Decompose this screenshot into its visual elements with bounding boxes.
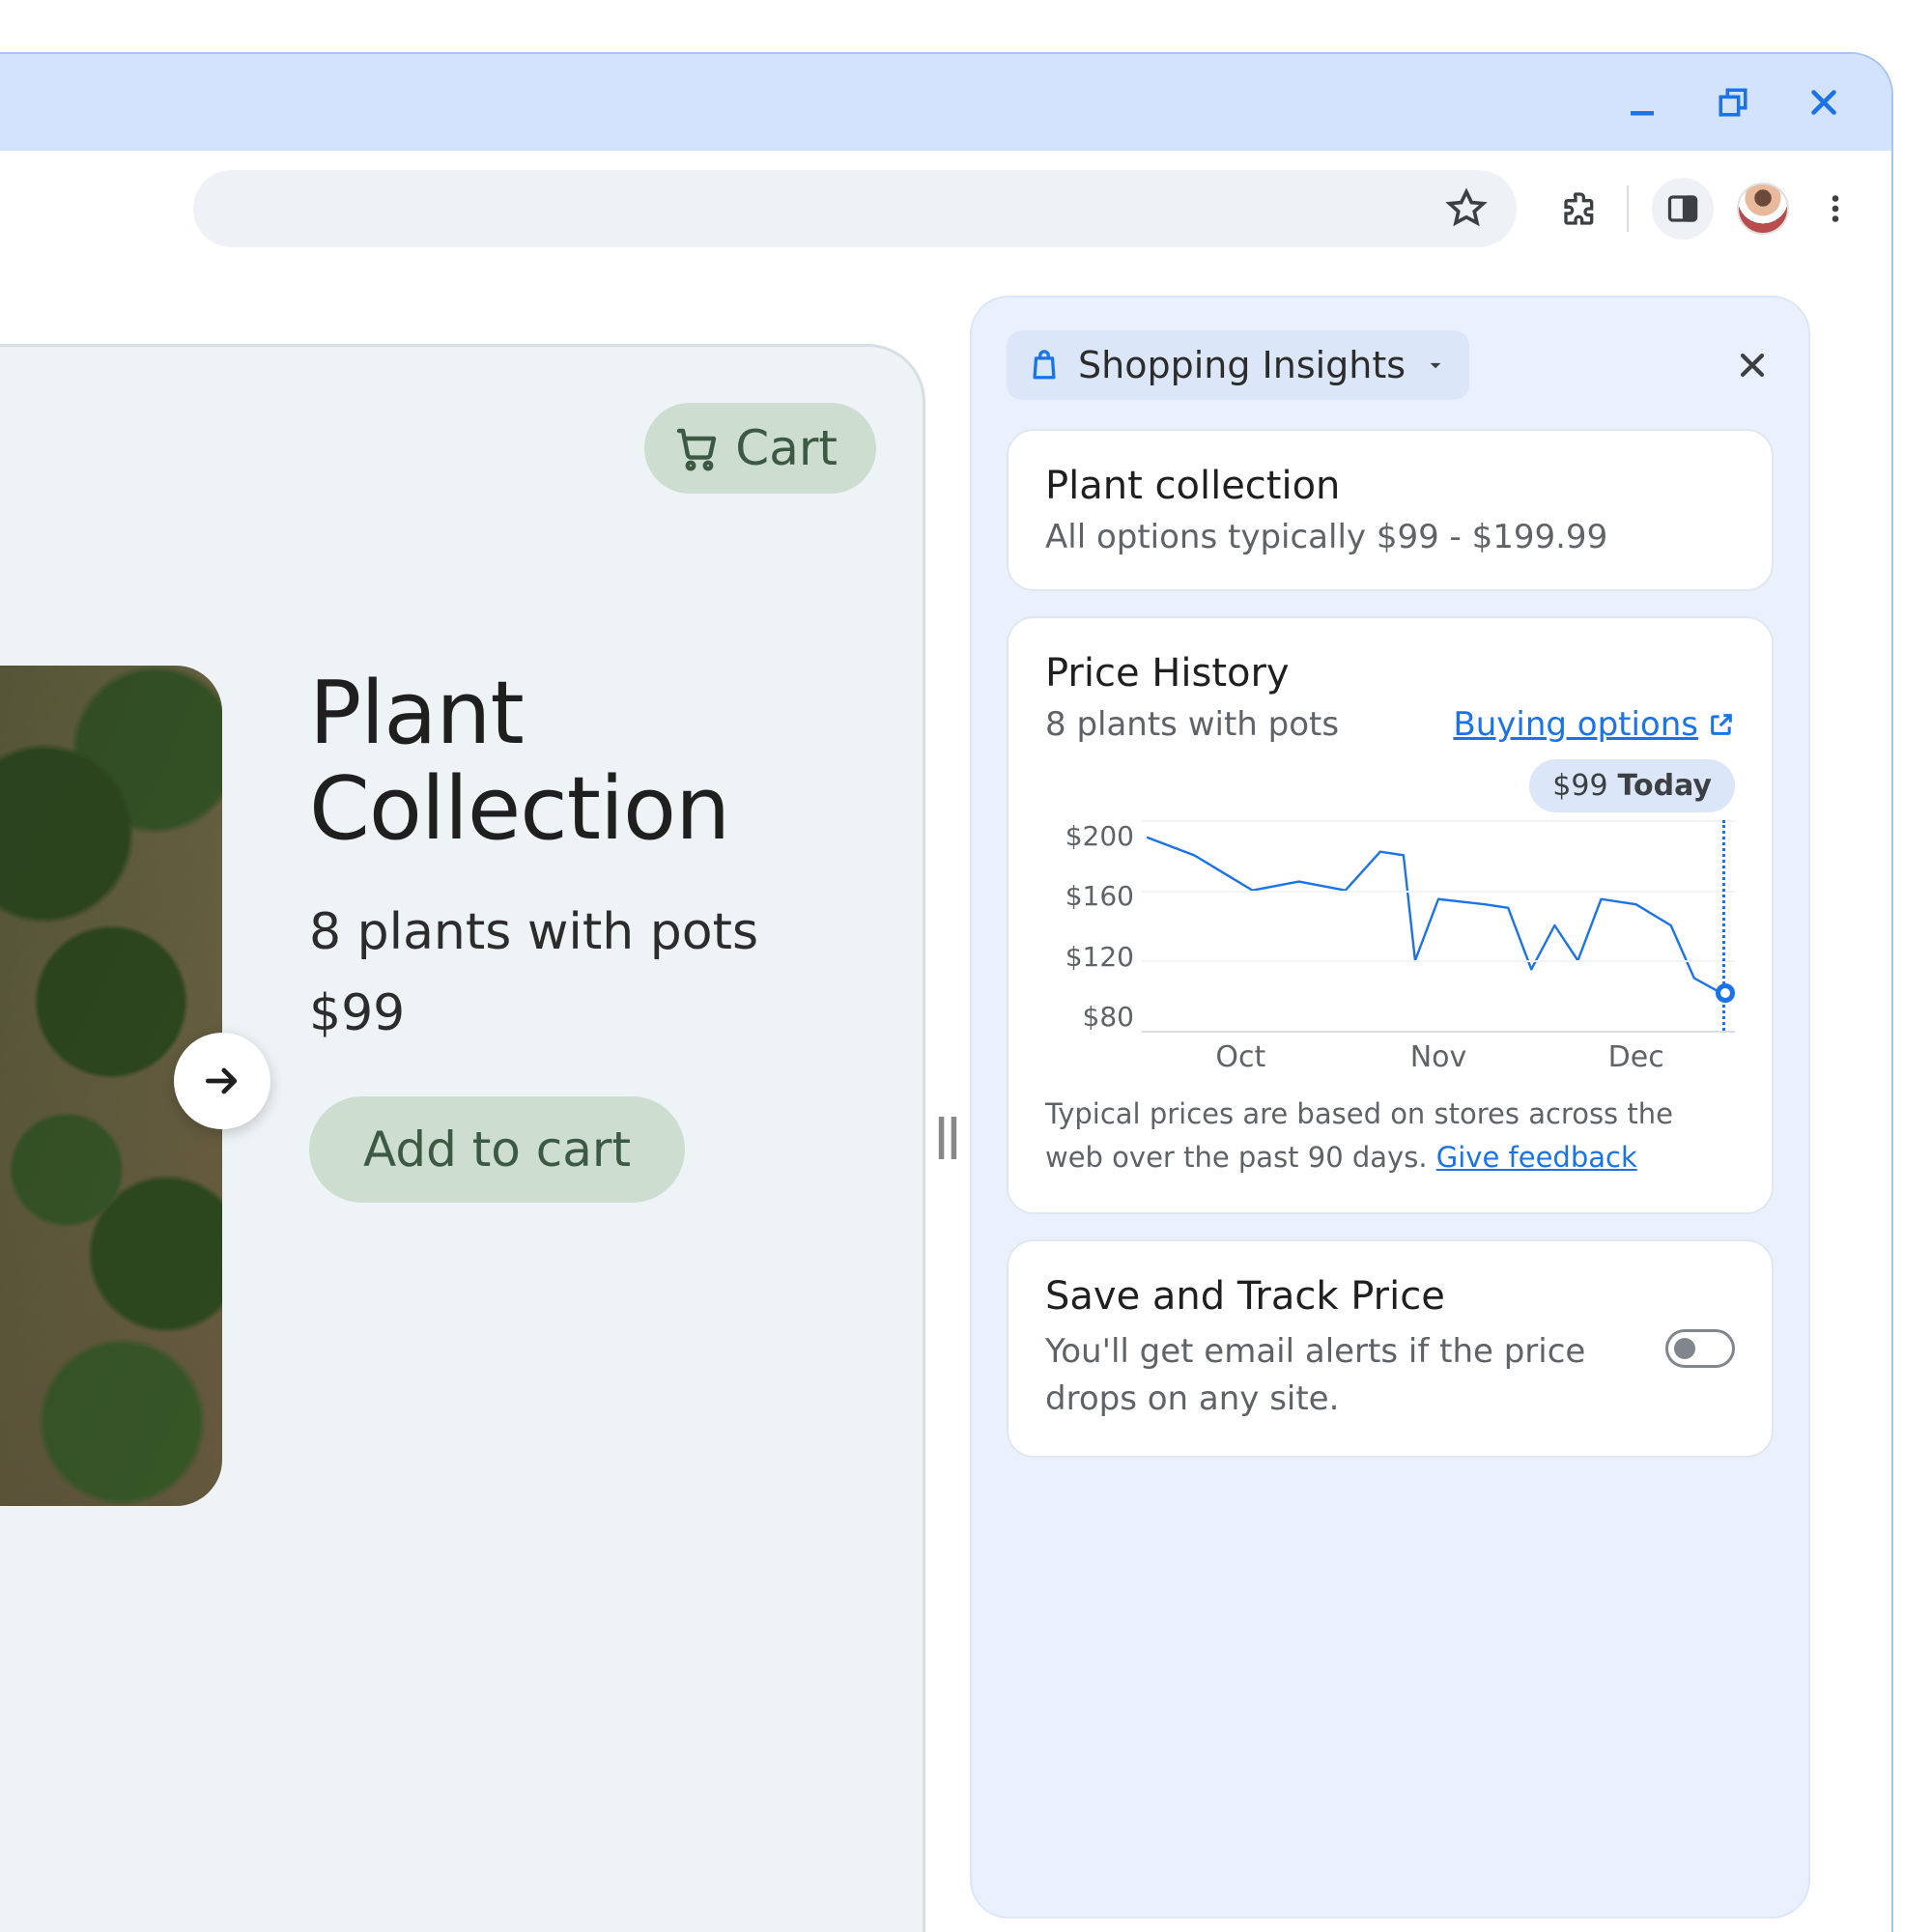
extensions-icon	[1561, 189, 1600, 228]
more-menu-button[interactable]	[1812, 185, 1859, 232]
track-price-toggle[interactable]	[1665, 1329, 1735, 1368]
cart-icon	[673, 425, 720, 471]
product-subtitle: 8 plants with pots	[309, 903, 923, 961]
y-tick: $80	[1045, 1001, 1134, 1033]
address-bar[interactable]	[193, 170, 1517, 247]
product-title: Plant Collection	[309, 666, 923, 857]
shopping-bag-icon	[1028, 349, 1061, 382]
x-tick: Nov	[1340, 1040, 1538, 1074]
product-column: Cart Plant Collection 8 plants with pots…	[0, 267, 925, 1932]
y-tick: $120	[1045, 941, 1134, 973]
give-feedback-link[interactable]: Give feedback	[1436, 1141, 1637, 1174]
insights-chip-label: Shopping Insights	[1078, 344, 1406, 386]
price-history-title: Price History	[1045, 651, 1735, 696]
window-close-button[interactable]	[1804, 83, 1843, 122]
minimize-icon	[1625, 85, 1660, 120]
buying-options-label: Buying options	[1453, 705, 1698, 744]
extensions-button[interactable]	[1557, 185, 1604, 232]
browser-toolbar	[0, 151, 1891, 267]
cart-label: Cart	[735, 420, 838, 476]
carousel-next-button[interactable]	[174, 1033, 270, 1129]
chevron-down-icon	[1423, 353, 1448, 378]
track-price-desc: You'll get email alerts if the price dro…	[1045, 1328, 1636, 1424]
today-price-value: $99	[1552, 769, 1607, 803]
collection-card: Plant collection All options typically $…	[1007, 429, 1774, 591]
price-line	[1142, 820, 1735, 1031]
grid-line	[1142, 960, 1735, 962]
x-tick: Oct	[1142, 1040, 1340, 1074]
profile-avatar[interactable]	[1737, 183, 1789, 235]
drag-handle-icon	[938, 1117, 957, 1159]
collection-title: Plant collection	[1045, 464, 1735, 508]
bookmark-star-button[interactable]	[1443, 185, 1490, 232]
arrow-right-icon	[201, 1060, 243, 1102]
price-history-footnote: Typical prices are based on stores acros…	[1045, 1093, 1735, 1179]
product-price: $99	[309, 984, 923, 1042]
more-icon	[1818, 191, 1853, 226]
grid-line	[1142, 820, 1735, 822]
shopping-insights-panel: Shopping Insights Plant collection All o…	[970, 296, 1810, 1918]
cart-button[interactable]: Cart	[644, 403, 876, 494]
toggle-knob	[1674, 1338, 1695, 1359]
insights-chip[interactable]: Shopping Insights	[1007, 330, 1469, 400]
buying-options-link[interactable]: Buying options	[1453, 705, 1735, 744]
y-tick: $200	[1045, 820, 1134, 852]
page-content: Cart Plant Collection 8 plants with pots…	[0, 267, 1891, 1932]
grid-line	[1142, 891, 1735, 893]
today-price-badge: $99 Today	[1529, 759, 1735, 812]
close-icon	[1736, 349, 1769, 382]
toolbar-divider	[1627, 185, 1629, 232]
price-history-card: Price History 8 plants with pots Buying …	[1007, 616, 1774, 1214]
window-minimize-button[interactable]	[1623, 83, 1662, 122]
external-link-icon	[1708, 711, 1735, 738]
today-price-label: Today	[1618, 769, 1712, 803]
side-panel-icon	[1665, 191, 1700, 226]
add-to-cart-button[interactable]: Add to cart	[309, 1096, 685, 1203]
track-price-card: Save and Track Price You'll get email al…	[1007, 1239, 1774, 1459]
product-image-carousel	[0, 666, 222, 1506]
insights-close-button[interactable]	[1731, 344, 1774, 386]
product-card: Cart Plant Collection 8 plants with pots…	[0, 344, 925, 1932]
track-price-title: Save and Track Price	[1045, 1274, 1636, 1319]
star-icon	[1445, 187, 1488, 230]
collection-range: All options typically $99 - $199.99	[1045, 518, 1735, 556]
window-restore-button[interactable]	[1714, 83, 1752, 122]
price-history-chart: $200 $160 $120 $80 OctNovDec	[1045, 820, 1735, 1071]
browser-window: Cart Plant Collection 8 plants with pots…	[0, 52, 1893, 1932]
side-panel-button[interactable]	[1652, 178, 1714, 240]
restore-icon	[1717, 86, 1749, 119]
y-tick: $160	[1045, 880, 1134, 912]
x-tick: Dec	[1537, 1040, 1735, 1074]
close-icon	[1806, 85, 1841, 120]
panel-resize-handle[interactable]	[925, 267, 970, 1932]
price-history-subtitle: 8 plants with pots	[1045, 705, 1339, 744]
window-titlebar	[0, 54, 1891, 151]
